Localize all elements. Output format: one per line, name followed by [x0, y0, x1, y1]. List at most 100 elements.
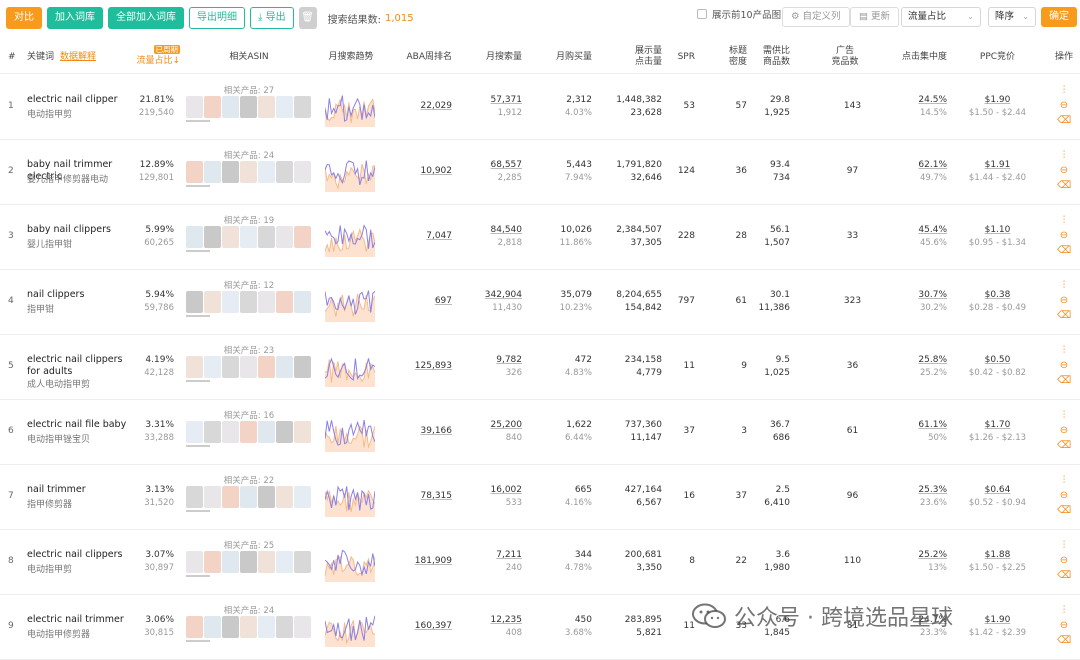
trash-icon[interactable]: ⌫ — [1057, 115, 1071, 127]
table-row[interactable]: 6 electric nail file baby 电动指甲锉宝贝 3.31% … — [0, 400, 1080, 465]
show-top10-checkbox[interactable] — [697, 9, 707, 19]
click-concentration[interactable]: 30.7% — [890, 290, 947, 300]
product-thumbnail[interactable] — [186, 291, 203, 313]
product-thumbnail[interactable] — [222, 616, 239, 638]
product-thumbnail[interactable] — [222, 161, 239, 183]
keyword-text[interactable]: nail trimmer — [27, 484, 132, 496]
monthly-trend-sparkline[interactable] — [325, 477, 375, 517]
header-supply-demand[interactable]: 需供比 商品数 — [750, 46, 790, 68]
product-thumbnails[interactable] — [186, 356, 311, 382]
compare-button[interactable]: 对比 — [6, 7, 42, 29]
product-thumbnail[interactable] — [294, 356, 311, 378]
product-thumbnail[interactable] — [258, 421, 275, 443]
product-thumbnail[interactable] — [222, 96, 239, 118]
product-thumbnail[interactable] — [240, 616, 257, 638]
product-thumbnail[interactable] — [294, 226, 311, 248]
product-thumbnail[interactable] — [240, 551, 257, 573]
product-thumbnail[interactable] — [276, 551, 293, 573]
trash-icon[interactable]: ⌫ — [1057, 180, 1071, 192]
monthly-trend-sparkline[interactable] — [325, 217, 375, 257]
product-thumbnail[interactable] — [294, 421, 311, 443]
product-thumbnail[interactable] — [186, 226, 203, 248]
click-concentration[interactable]: 24.5% — [890, 95, 947, 105]
more-icon[interactable]: ⊖ — [1060, 100, 1068, 112]
more-icon[interactable]: ⊖ — [1060, 295, 1068, 307]
chart-icon[interactable]: ⫶ — [1063, 85, 1066, 97]
click-concentration[interactable]: 25.2% — [890, 550, 947, 560]
monthly-trend-sparkline[interactable] — [325, 542, 375, 582]
product-thumbnail[interactable] — [204, 421, 221, 443]
product-thumbnail[interactable] — [204, 616, 221, 638]
product-thumbnail[interactable] — [294, 291, 311, 313]
product-thumbnail[interactable] — [186, 96, 203, 118]
more-icon[interactable]: ⊖ — [1060, 425, 1068, 437]
related-products-count[interactable]: 相关产品: 16 — [186, 409, 312, 421]
product-thumbnail[interactable] — [276, 291, 293, 313]
trash-icon[interactable]: ⌫ — [1057, 310, 1071, 322]
product-thumbnail[interactable] — [240, 421, 257, 443]
product-thumbnail[interactable] — [294, 96, 311, 118]
monthly-search[interactable]: 9,782 — [470, 355, 522, 365]
more-icon[interactable]: ⊖ — [1060, 490, 1068, 502]
add-to-library-button[interactable]: 加入词库 — [47, 7, 103, 29]
keyword-text[interactable]: electric nail trimmer — [27, 614, 132, 626]
show-top10-toggle[interactable]: 展示前10产品图 — [697, 7, 781, 21]
product-thumbnail[interactable] — [294, 551, 311, 573]
product-thumbnails[interactable] — [186, 161, 311, 187]
product-thumbnail[interactable] — [258, 486, 275, 508]
product-thumbnail[interactable] — [258, 616, 275, 638]
ppc-bid[interactable]: $0.38 — [965, 290, 1030, 300]
export-button[interactable]: ⤓ 导出 — [250, 7, 294, 29]
aba-rank[interactable]: 22,029 — [400, 101, 453, 111]
product-thumbnails[interactable] — [186, 616, 311, 642]
sort-order-select[interactable]: 降序 ⌄ — [988, 7, 1036, 27]
keyword-text[interactable]: electric nail clippers for adults — [27, 354, 132, 378]
product-thumbnail[interactable] — [186, 551, 203, 573]
click-concentration[interactable]: 45.4% — [890, 225, 947, 235]
header-title-density[interactable]: 标题 密度 — [720, 46, 747, 68]
monthly-search[interactable]: 12,235 — [470, 615, 523, 625]
chart-icon[interactable]: ⫶ — [1063, 410, 1066, 422]
product-thumbnail[interactable] — [222, 421, 239, 443]
monthly-trend-sparkline[interactable] — [325, 607, 375, 647]
product-thumbnail[interactable] — [276, 226, 293, 248]
keyword-text[interactable]: electric nail file baby — [27, 419, 132, 431]
related-products-count[interactable]: 相关产品: 27 — [186, 84, 312, 96]
trash-icon[interactable]: ⌫ — [1057, 635, 1071, 647]
product-thumbnail[interactable] — [258, 161, 275, 183]
product-thumbnail[interactable] — [204, 551, 221, 573]
chart-icon[interactable]: ⫶ — [1063, 280, 1066, 292]
product-thumbnail[interactable] — [294, 486, 311, 508]
monthly-search[interactable]: 7,211 — [470, 550, 522, 560]
chart-icon[interactable]: ⫶ — [1063, 215, 1066, 227]
ppc-bid[interactable]: $1.90 — [965, 95, 1030, 105]
header-impressions-clicks[interactable]: 展示量 点击量 — [610, 46, 662, 68]
aba-rank[interactable]: 10,902 — [400, 166, 453, 176]
related-products-count[interactable]: 相关产品: 22 — [186, 474, 312, 486]
header-monthly-search[interactable]: 月搜索量 — [470, 52, 522, 63]
aba-rank[interactable]: 39,166 — [400, 426, 453, 436]
table-row[interactable]: 3 baby nail clippers 婴儿指甲钳 5.99% 60,265 … — [0, 205, 1080, 270]
product-thumbnail[interactable] — [204, 356, 221, 378]
click-concentration[interactable]: 62.1% — [890, 160, 947, 170]
delete-button[interactable]: 🗑 — [298, 7, 317, 29]
keyword-text[interactable]: electric nail clippers — [27, 549, 132, 561]
monthly-trend-sparkline[interactable] — [325, 412, 375, 452]
header-spr[interactable]: SPR — [670, 52, 695, 63]
monthly-search[interactable]: 342,904 — [470, 290, 522, 300]
chart-icon[interactable]: ⫶ — [1063, 475, 1066, 487]
table-row[interactable]: 7 nail trimmer 指甲修剪器 3.13% 31,520 相关产品: … — [0, 465, 1080, 530]
table-row[interactable]: 5 electric nail clippers for adults 成人电动… — [0, 335, 1080, 400]
trash-icon[interactable]: ⌫ — [1057, 375, 1071, 387]
related-products-count[interactable]: 相关产品: 23 — [186, 344, 312, 356]
product-thumbnails[interactable] — [186, 291, 311, 317]
table-row[interactable]: 8 electric nail clippers 电动指甲剪 3.07% 30,… — [0, 530, 1080, 595]
product-thumbnail[interactable] — [258, 356, 275, 378]
product-thumbnail[interactable] — [186, 421, 203, 443]
monthly-search[interactable]: 25,200 — [470, 420, 523, 430]
product-thumbnail[interactable] — [186, 161, 203, 183]
table-row[interactable]: 1 electric nail clipper 电动指甲剪 21.81% 219… — [0, 75, 1080, 140]
product-thumbnail[interactable] — [240, 356, 257, 378]
more-icon[interactable]: ⊖ — [1060, 165, 1068, 177]
trash-icon[interactable]: ⌫ — [1057, 505, 1071, 517]
